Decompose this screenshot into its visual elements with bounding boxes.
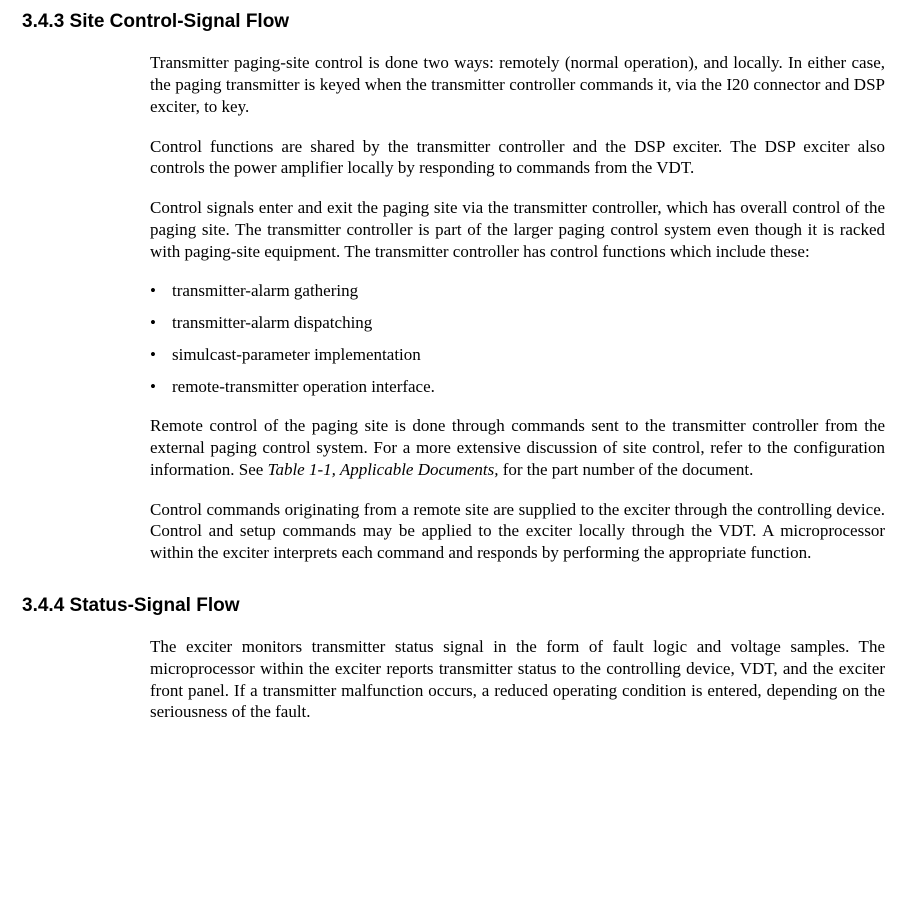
paragraph: Control functions are shared by the tran… xyxy=(150,136,885,180)
paragraph: Transmitter paging-site control is done … xyxy=(150,52,885,117)
section-heading-343: 3.4.3 Site Control-Signal Flow xyxy=(22,10,885,34)
paragraph-text: for the part number of the document. xyxy=(498,460,753,479)
section-body-343: Transmitter paging-site control is done … xyxy=(150,52,885,564)
paragraph: Remote control of the paging site is don… xyxy=(150,415,885,480)
paragraph: Control commands originating from a remo… xyxy=(150,499,885,564)
paragraph: The exciter monitors transmitter status … xyxy=(150,636,885,723)
list-item: transmitter-alarm dispatching xyxy=(150,312,885,334)
bullet-list: transmitter-alarm gathering transmitter-… xyxy=(150,280,885,397)
section-heading-344: 3.4.4 Status-Signal Flow xyxy=(22,594,885,618)
table-reference: Table 1-1, Applicable Documents, xyxy=(268,460,499,479)
list-item: simulcast-parameter implementation xyxy=(150,344,885,366)
section-body-344: The exciter monitors transmitter status … xyxy=(150,636,885,723)
paragraph: Control signals enter and exit the pagin… xyxy=(150,197,885,262)
list-item: transmitter-alarm gathering xyxy=(150,280,885,302)
list-item: remote-transmitter operation interface. xyxy=(150,376,885,398)
